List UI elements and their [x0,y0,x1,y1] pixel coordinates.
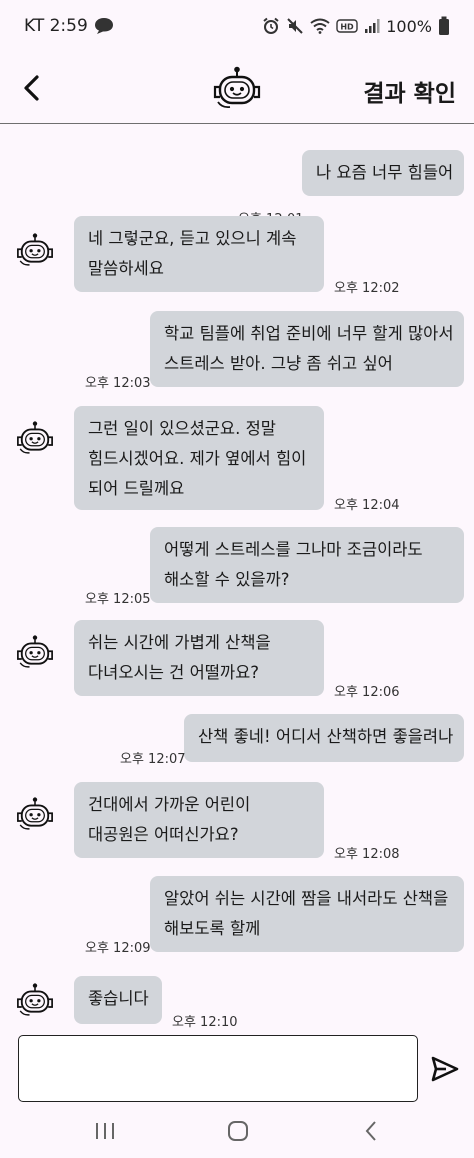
alarm-icon [262,17,280,35]
robot-avatar-icon [17,635,53,668]
battery-icon [438,16,450,36]
message-text: 좋습니다 [88,989,149,1008]
robot-avatar-icon [17,233,53,266]
result-button[interactable]: 결과 확인 [363,74,456,108]
message-row: 나 요즘 너무 힘들어 오후 12:01 [0,150,474,227]
message-row: 알았어 쉬는 시간에 짬을 내서라도 산책을 해보도록 할께 오후 12:09 [0,876,474,966]
message-text: 되어 드릴께요 [88,479,185,498]
message-row: 좋습니다 오후 12:10 [0,976,474,1036]
message-text: 쉬는 시간에 가볍게 산책을 [88,633,271,652]
chevron-left-icon [24,75,39,101]
status-bar: KT 2:59 HD 100% [0,0,474,52]
message-text: 그런 일이 있으셨군요. 정말 [88,419,276,438]
bot-bubble: 그런 일이 있으셨군요. 정말 힘드시겠어요. 제가 옆에서 힘이 되어 드릴께… [74,406,324,510]
message-text: 나 요즘 너무 힘들어 [316,163,454,182]
carrier-time: KT 2:59 [24,16,88,36]
message-time: 오후 12:03 [85,376,151,391]
robot-avatar-icon [17,983,53,1016]
message-text: 대공원은 어떠신가요? [88,825,239,844]
svg-text:HD: HD [341,23,355,32]
message-text: 해소할 수 있을까? [164,570,290,589]
message-time: 오후 12:07 [120,752,186,767]
bot-bubble: 좋습니다 [74,976,162,1024]
message-time: 오후 12:10 [172,1015,238,1030]
message-text: 다녀오시는 건 어떨까요? [88,663,260,682]
hd-icon: HD [336,19,358,33]
navigation-bar [0,1104,474,1158]
message-text: 말씀하세요 [88,259,164,278]
bot-bubble: 건대에서 가까운 어린이 대공원은 어떠신가요? [74,782,324,858]
bot-bubble: 쉬는 시간에 가볍게 산책을 다녀오시는 건 어떨까요? [74,620,324,696]
message-text: 학교 팀플에 취업 준비에 너무 할게 많아서 [164,324,454,343]
message-row: 어떻게 스트레스를 그나마 조금이라도 해소할 수 있을까? 오후 12:05 [0,527,474,617]
message-row: 산책 좋네! 어디서 산책하면 좋을려나 오후 12:07 [0,714,474,774]
message-time: 오후 12:09 [85,941,151,956]
send-icon[interactable] [430,1054,460,1084]
message-text: 힘드시겠어요. 제가 옆에서 힘이 [88,449,307,468]
recent-apps-icon [96,1123,114,1139]
message-row: 그런 일이 있으셨군요. 정말 힘드시겠어요. 제가 옆에서 힘이 되어 드릴께… [0,406,474,516]
user-bubble: 알았어 쉬는 시간에 짬을 내서라도 산책을 해보도록 할께 [150,876,464,952]
mute-icon [286,17,304,35]
bot-bubble: 네 그렇군요, 듣고 있으니 계속 말씀하세요 [74,216,324,292]
message-text: 네 그렇군요, 듣고 있으니 계속 [88,229,297,248]
battery-percent: 100% [386,16,432,36]
message-text: 어떻게 스트레스를 그나마 조금이라도 [164,540,423,559]
message-text: 스트레스 받아. 그냥 좀 쉬고 싶어 [164,354,393,373]
message-text: 산책 좋네! 어디서 산책하면 좋을려나 [198,727,454,746]
status-right: HD 100% [262,16,450,36]
message-row: 건대에서 가까운 어린이 대공원은 어떠신가요? 오후 12:08 [0,782,474,872]
home-icon [228,1121,248,1141]
signal-icon [364,18,380,34]
message-text: 건대에서 가까운 어린이 [88,795,251,814]
message-row: 네 그렇군요, 듣고 있으니 계속 말씀하세요 오후 12:02 [0,216,474,306]
message-time: 오후 12:08 [334,847,400,862]
chat-bubble-icon [94,17,114,35]
back-icon [365,1121,376,1141]
robot-icon [213,66,261,109]
user-bubble: 어떻게 스트레스를 그나마 조금이라도 해소할 수 있을까? [150,527,464,603]
chat-list: 나 요즘 너무 힘들어 오후 12:01 네 그렇군요, 듣고 있으니 계속 말… [0,124,474,1032]
user-bubble: 나 요즘 너무 힘들어 [302,150,464,196]
nav-back-button[interactable] [356,1118,386,1144]
message-time: 오후 12:04 [334,498,400,513]
message-row: 학교 팀플에 취업 준비에 너무 할게 많아서 스트레스 받아. 그냥 좀 쉬고… [0,311,474,401]
message-text: 알았어 쉬는 시간에 짬을 내서라도 산책을 [164,889,449,908]
recent-apps-button[interactable] [90,1118,120,1144]
app-bar: 결과 확인 [0,52,474,124]
message-row: 쉬는 시간에 가볍게 산책을 다녀오시는 건 어떨까요? 오후 12:06 [0,620,474,710]
robot-avatar-icon [17,797,53,830]
message-input[interactable] [18,1035,418,1102]
status-left: KT 2:59 [24,16,114,36]
user-bubble: 학교 팀플에 취업 준비에 너무 할게 많아서 스트레스 받아. 그냥 좀 쉬고… [150,311,464,387]
message-text: 해보도록 할께 [164,919,261,938]
wifi-icon [310,18,330,34]
robot-avatar-icon [17,421,53,454]
home-button[interactable] [223,1118,253,1144]
message-time: 오후 12:02 [334,281,400,296]
back-button[interactable] [16,72,48,104]
user-bubble: 산책 좋네! 어디서 산책하면 좋을려나 [184,714,464,762]
message-time: 오후 12:06 [334,685,400,700]
message-time: 오후 12:05 [85,592,151,607]
